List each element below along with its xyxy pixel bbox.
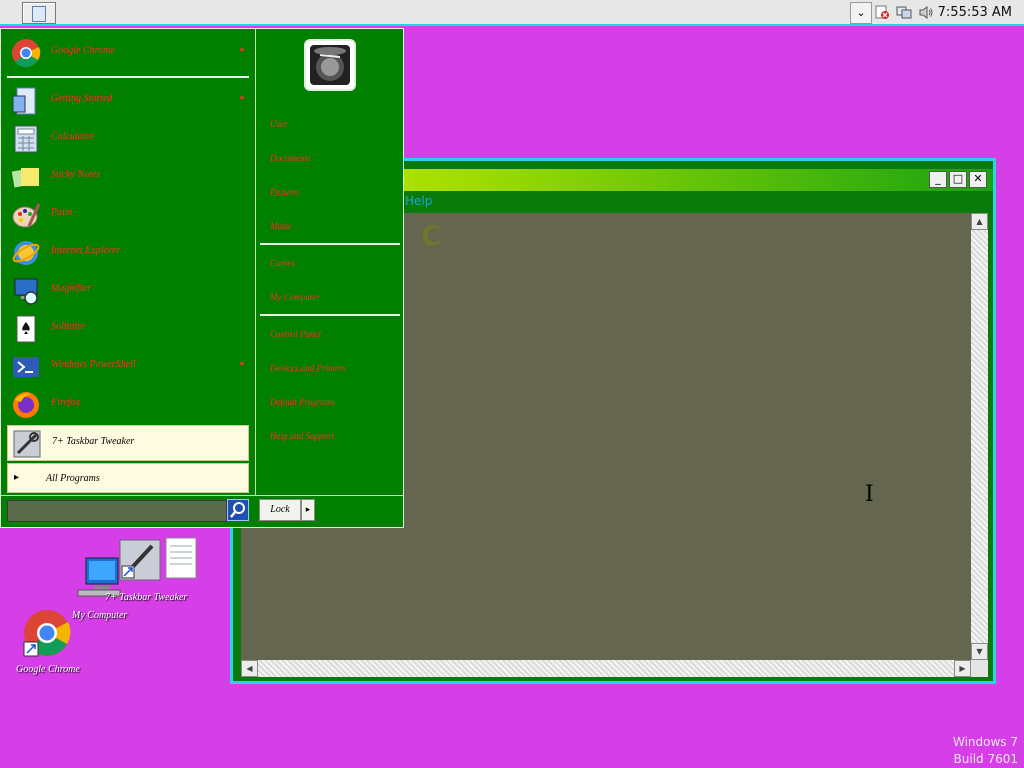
taskbar: ⌄ 7:55:53 AM [0, 0, 1024, 26]
all-programs-arrow-icon: ▸ [14, 472, 20, 483]
calculator-icon [14, 125, 38, 153]
scroll-down-arrow-icon[interactable]: ▼ [971, 643, 988, 660]
chrome-icon [12, 39, 41, 68]
system-tray: ⌄ 7:55:53 AM [850, 2, 1024, 24]
chrome-desktop-icon[interactable] [22, 608, 72, 658]
program-item-powershell[interactable]: Windows PowerShell ▸ [7, 349, 249, 385]
scroll-left-arrow-icon[interactable]: ◀ [241, 660, 258, 677]
tweaker-desktop-icon[interactable] [118, 536, 200, 584]
menu-help[interactable]: Help [405, 194, 432, 208]
place-documents[interactable]: Documents [270, 153, 311, 163]
place-user[interactable]: User [270, 119, 288, 129]
program-label: Windows PowerShell [51, 359, 136, 370]
program-item-chrome[interactable]: Google Chrome ▸ [7, 35, 249, 71]
scroll-right-arrow-icon[interactable]: ▶ [954, 660, 971, 677]
program-item-sticky-notes[interactable]: Sticky Notes [7, 159, 249, 195]
place-help-support[interactable]: Help and Support [270, 431, 334, 441]
search-icon [230, 502, 245, 518]
minimize-button[interactable]: _ [929, 171, 947, 188]
show-hidden-icons-button[interactable]: ⌄ [850, 2, 872, 24]
start-search-input[interactable] [7, 500, 227, 522]
ie-icon [12, 241, 40, 265]
start-menu-places: User Documents Pictures Music Games My C… [255, 29, 404, 495]
program-item-firefox[interactable]: Firefox [7, 387, 249, 423]
place-control-panel[interactable]: Control Panel [270, 329, 321, 339]
program-item-paint[interactable]: Paint [7, 197, 249, 233]
action-center-icon[interactable] [874, 5, 890, 20]
lock-button[interactable]: Lock [259, 499, 301, 521]
solitaire-icon [16, 315, 36, 343]
horizontal-scrollbar[interactable]: ◀ ▶ [241, 660, 971, 677]
tweaker-desktop-label[interactable]: 7+ Taskbar Tweaker [105, 592, 187, 603]
clock[interactable]: 7:55:53 AM [938, 4, 1012, 22]
network-icon[interactable] [896, 5, 912, 20]
program-label: Paint [51, 207, 73, 218]
start-button[interactable] [22, 2, 56, 24]
place-music[interactable]: Music [270, 221, 292, 231]
program-label: Firefox [51, 397, 81, 408]
my-computer-label[interactable]: My Computer [72, 610, 127, 621]
paint-icon [12, 203, 41, 228]
sticky-notes-icon [11, 168, 39, 188]
chrome-desktop-label[interactable]: Google Chrome [16, 664, 80, 675]
start-menu-programs: Google Chrome ▸ Getting Started ▸ Calcul… [1, 29, 255, 495]
getting-started-icon [12, 87, 36, 115]
program-item-solitaire[interactable]: Solitaire [7, 311, 249, 347]
menu-separator [260, 314, 400, 316]
program-item-magnifier[interactable]: Magnifier [7, 273, 249, 309]
program-item-calculator[interactable]: Calculator [7, 121, 249, 157]
magnifier-icon [14, 278, 38, 305]
shutdown-options-arrow-icon[interactable]: ▸ [301, 499, 315, 521]
place-pictures[interactable]: Pictures [270, 187, 300, 197]
start-menu: Google Chrome ▸ Getting Started ▸ Calcul… [0, 28, 404, 528]
windows-version-text: Windows 7 [952, 735, 1018, 749]
place-games[interactable]: Games [270, 258, 295, 268]
start-menu-bottom: Lock ▸ [1, 495, 403, 528]
menu-separator [260, 243, 400, 245]
start-document-icon [32, 6, 46, 22]
vertical-scrollbar[interactable]: ▲ ▼ [971, 213, 988, 660]
program-label: Sticky Notes [51, 169, 101, 180]
program-label: Internet Explorer [51, 245, 121, 256]
scroll-up-arrow-icon[interactable]: ▲ [971, 213, 988, 230]
text-cursor-icon: I [865, 482, 874, 507]
close-button[interactable]: ✕ [969, 171, 987, 188]
program-label: 7+ Taskbar Tweaker [52, 436, 135, 447]
program-item-internet-explorer[interactable]: Internet Explorer [7, 235, 249, 271]
tweaker-icon [13, 430, 41, 458]
place-default-programs[interactable]: Default Programs [270, 397, 335, 407]
volume-icon[interactable] [918, 5, 934, 20]
program-label: Calculator [51, 131, 95, 142]
windows-build-text: Build 7601 [953, 752, 1018, 766]
program-label: Getting Started [51, 93, 113, 104]
program-label: Magnifier [51, 283, 91, 294]
powershell-icon [13, 357, 39, 377]
menu-separator [7, 76, 249, 78]
place-my-computer[interactable]: My Computer [270, 292, 320, 302]
ghost-text: C [421, 219, 442, 252]
submenu-arrow-icon: ▸ [240, 45, 245, 55]
program-item-taskbar-tweaker[interactable]: 7+ Taskbar Tweaker [7, 425, 249, 461]
maximize-button[interactable]: □ [949, 171, 967, 188]
program-item-getting-started[interactable]: Getting Started ▸ [7, 83, 249, 119]
submenu-arrow-icon: ▸ [240, 93, 245, 103]
program-label: Google Chrome [51, 45, 115, 56]
submenu-arrow-icon: ▸ [240, 359, 245, 369]
search-button[interactable] [227, 499, 249, 521]
resize-grip-icon[interactable] [971, 660, 988, 677]
all-programs-label: All Programs [46, 473, 100, 484]
firefox-icon [13, 392, 39, 418]
place-devices-printers[interactable]: Devices and Printers [270, 363, 346, 373]
user-picture-icon[interactable] [304, 39, 356, 91]
all-programs-button[interactable]: ▸ All Programs [7, 463, 249, 493]
program-label: Solitaire [51, 321, 86, 332]
